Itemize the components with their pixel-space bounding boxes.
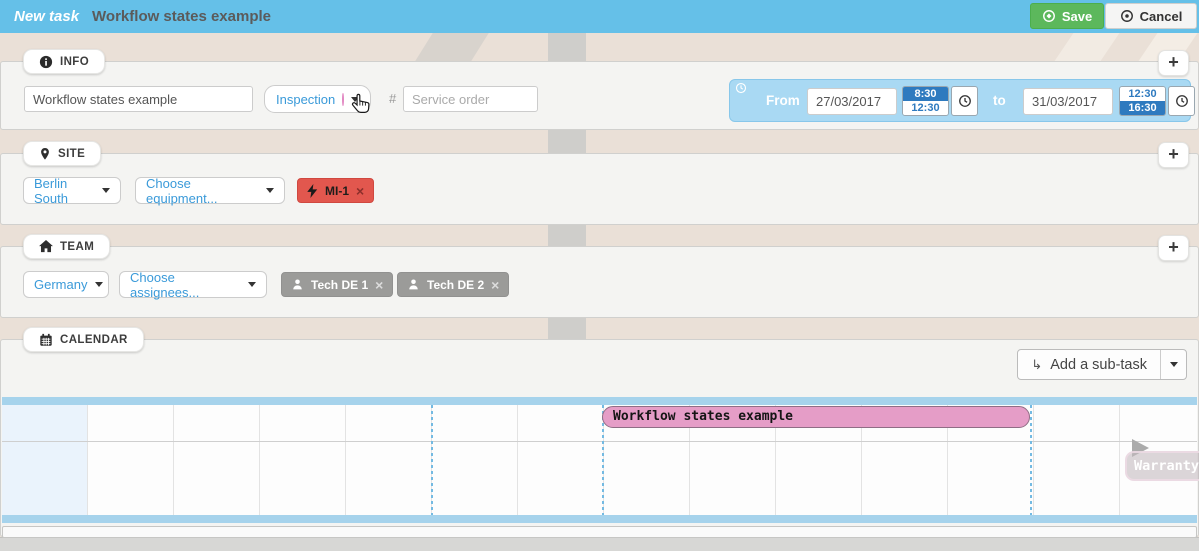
info-add-button[interactable]: + [1158, 50, 1189, 76]
team-section: TEAM + Germany Choose assignees... Tech … [0, 246, 1199, 318]
header-bar: New task Workflow states example Save Ca… [0, 0, 1199, 33]
save-button[interactable]: Save [1030, 3, 1104, 29]
assignee-tag-label: Tech DE 1 [311, 278, 368, 292]
chevron-down-icon [102, 188, 110, 193]
site-select-dropdown[interactable]: Berlin South [23, 177, 121, 204]
chevron-down-icon [95, 282, 103, 287]
add-subtask-main[interactable]: ↳ Add a sub-task [1018, 350, 1160, 379]
calendar-section: CALENDAR ↳ Add a sub-task Workflow state… [0, 339, 1199, 537]
cancel-icon [1120, 9, 1134, 23]
site-tab[interactable]: SITE [23, 141, 101, 166]
task-type-color-dot [342, 93, 344, 106]
calendar-tab[interactable]: CALENDAR [23, 327, 144, 352]
grid-body[interactable]: Workflow states example Warranty [2, 405, 1197, 515]
calendar-icon [39, 333, 53, 347]
clock-icon [735, 82, 747, 94]
remove-assignee-icon[interactable]: × [375, 278, 383, 292]
subtask-arrow-icon: ↳ [1031, 357, 1042, 373]
grid-row-divider [2, 441, 1197, 442]
save-button-label: Save [1062, 9, 1092, 24]
add-subtask-caret-button[interactable] [1160, 350, 1186, 379]
add-subtask-label: Add a sub-task [1050, 357, 1147, 373]
task-event-bar[interactable]: Workflow states example [602, 406, 1030, 428]
team-select-dropdown[interactable]: Germany [23, 271, 109, 298]
event-end-marker [1030, 405, 1032, 515]
grid-top-strip [2, 397, 1197, 405]
add-subtask-button[interactable]: ↳ Add a sub-task [1017, 349, 1187, 380]
to-date-input[interactable] [1023, 88, 1113, 115]
site-tab-label: SITE [58, 148, 85, 160]
cancel-button[interactable]: Cancel [1105, 3, 1197, 29]
to-time-selector[interactable]: 12:30 16:30 [1119, 86, 1166, 116]
save-icon [1042, 9, 1056, 23]
site-section: SITE + Berlin South Choose equipment... … [0, 153, 1199, 225]
site-add-button[interactable]: + [1158, 142, 1189, 168]
info-tab-label: INFO [60, 56, 89, 68]
from-label: From [766, 93, 800, 108]
cancel-button-label: Cancel [1140, 9, 1183, 24]
info-icon [39, 55, 53, 69]
new-task-page: New task Workflow states example Save Ca… [0, 0, 1199, 551]
assignee-tag-label: Tech DE 2 [427, 278, 484, 292]
from-time-selector[interactable]: 8:30 12:30 [902, 86, 949, 116]
chevron-down-icon [266, 188, 274, 193]
task-type-label: Inspection [276, 92, 335, 107]
person-icon [407, 278, 420, 291]
to-time-end[interactable]: 16:30 [1120, 101, 1165, 115]
team-add-button[interactable]: + [1158, 235, 1189, 261]
gantt-grid: Workflow states example Warranty [2, 397, 1197, 523]
to-time-start[interactable]: 12:30 [1120, 87, 1165, 101]
assignee-tag[interactable]: Tech DE 1 × [281, 272, 393, 297]
from-time-start[interactable]: 8:30 [903, 87, 948, 101]
service-order-input[interactable] [403, 86, 538, 112]
team-tab[interactable]: TEAM [23, 234, 110, 259]
info-tab[interactable]: INFO [23, 49, 105, 74]
from-time-picker-button[interactable] [951, 86, 978, 116]
grid-first-column-highlight [2, 405, 87, 515]
horizontal-scrollbar[interactable] [2, 526, 1197, 538]
from-date-input[interactable] [807, 88, 897, 115]
warranty-event-bar[interactable]: Warranty [1125, 451, 1199, 481]
lightning-icon [307, 184, 318, 198]
equipment-select-dropdown[interactable]: Choose equipment... [135, 177, 285, 204]
assignees-select-placeholder: Choose assignees... [130, 270, 240, 300]
person-icon [291, 278, 304, 291]
calendar-tab-label: CALENDAR [60, 334, 128, 346]
assignee-tag[interactable]: Tech DE 2 × [397, 272, 509, 297]
service-order-hash: # [389, 91, 396, 106]
site-select-value: Berlin South [34, 176, 94, 206]
equipment-select-placeholder: Choose equipment... [146, 176, 258, 206]
page-footer [0, 537, 1199, 551]
to-label: to [993, 93, 1006, 108]
team-select-value: Germany [34, 277, 87, 292]
chevron-down-icon [1170, 362, 1178, 367]
from-time-end[interactable]: 12:30 [903, 101, 948, 115]
location-pin-icon [39, 147, 51, 161]
mouse-cursor-icon [350, 92, 372, 116]
home-icon [39, 240, 53, 253]
remove-assignee-icon[interactable]: × [491, 278, 499, 292]
remove-equipment-icon[interactable]: × [356, 184, 364, 198]
info-section: INFO + Inspection # From 8:30 12:30 to [0, 61, 1199, 130]
assignees-select-dropdown[interactable]: Choose assignees... [119, 271, 267, 298]
team-tab-label: TEAM [60, 241, 94, 253]
grid-bottom-strip [2, 515, 1197, 523]
page-mode-title: New task [14, 8, 79, 25]
to-time-picker-button[interactable] [1168, 86, 1195, 116]
chevron-down-icon [248, 282, 256, 287]
equipment-tag[interactable]: MI-1 × [297, 178, 374, 203]
equipment-tag-label: MI-1 [325, 184, 349, 198]
grid-marker-line [431, 405, 433, 515]
page-title: Workflow states example [92, 8, 271, 25]
task-name-input[interactable] [24, 86, 253, 112]
date-range-panel: From 8:30 12:30 to 12:30 16:30 [729, 79, 1191, 122]
